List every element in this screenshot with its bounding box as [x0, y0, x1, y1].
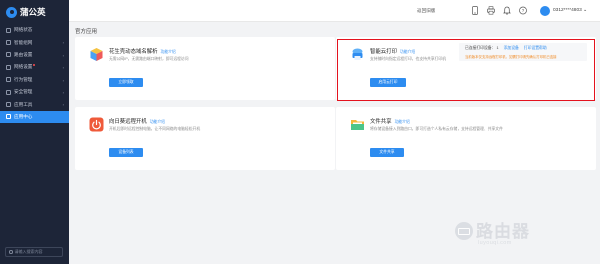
help-icon[interactable]: ? — [519, 6, 527, 15]
user-account[interactable]: 0312****4803 ⌄ — [553, 8, 587, 13]
sidebar-item-label: 网络设置 — [14, 64, 33, 70]
power-icon — [89, 117, 104, 132]
search-icon — [9, 250, 13, 254]
card-desc: 开机后即时远程控制电脑，让不同网络的电脑轻松开机 — [109, 127, 201, 131]
card-remote-boot: 向日葵远程开机 功能介绍 开机后即时远程控制电脑，让不同网络的电脑轻松开机 设备列… — [75, 107, 335, 170]
chevron-right-icon: › — [62, 102, 64, 108]
printer-icon[interactable] — [487, 6, 495, 15]
watermark-text: 路由器 — [476, 221, 530, 241]
menu-item-icon — [6, 89, 11, 95]
chevron-down-icon: ⌄ — [583, 8, 588, 13]
sidebar-item[interactable]: 行为管理 › — [0, 74, 69, 86]
feature-intro-link[interactable]: 功能介绍 — [150, 120, 165, 124]
user-avatar[interactable] — [540, 6, 550, 16]
menu-item-icon — [6, 64, 11, 70]
card-ddns: 花生壳动态域名解析 功能介绍 无需公网IP，无需路由端口映射，即可远程访问 立即领… — [75, 37, 335, 100]
sidebar-item-label: 安全管理 — [14, 89, 33, 95]
brand-name: 蒲公英 — [20, 7, 46, 17]
sidebar-item-label: 智能组网 — [14, 39, 33, 45]
sidebar-item[interactable]: 路由设置 › — [0, 49, 69, 61]
device-list-button[interactable]: 设备列表 — [109, 148, 143, 157]
sidebar: 蒲公英 网络状态 智能组网 › 路由设置 › 网络设置 › 行为管理 › 安全管理 › 应用工具 › 应用… — [0, 0, 69, 264]
card-title: 花生壳动态域名解析 功能介绍 — [109, 49, 176, 55]
sidebar-item-label: 行为管理 — [14, 76, 33, 82]
menu-item-icon — [6, 102, 11, 108]
menu-item-icon — [6, 114, 11, 120]
chevron-right-icon: › — [62, 77, 64, 83]
menu-item-icon — [6, 77, 11, 83]
sidebar-nav: 网络状态智能组网 › 路由设置 › 网络设置 › 行为管理 › 安全管理 › 应用工具 › 应用中心 — [0, 24, 69, 124]
sidebar-search-input[interactable]: 请输入搜索内容 — [5, 247, 63, 257]
highlight-box — [337, 39, 595, 101]
sidebar-item-label: 路由设置 — [14, 51, 33, 57]
sidebar-item-label: 网络状态 — [14, 27, 33, 33]
sidebar-item[interactable]: 应用中心 — [0, 110, 69, 124]
card-title: 向日葵远程开机 功能介绍 — [109, 119, 165, 125]
notification-dot — [33, 64, 36, 67]
chevron-right-icon: › — [62, 65, 64, 71]
sidebar-item[interactable]: 安全管理 › — [0, 86, 69, 98]
chevron-right-icon: › — [62, 89, 64, 95]
search-placeholder: 请输入搜索内容 — [14, 249, 43, 254]
card-title: 文件共享 功能介绍 — [370, 119, 410, 125]
site-watermark: 路由器 luyouqi.com — [455, 221, 530, 246]
back-to-old-version-link[interactable]: 返回旧版 — [417, 8, 435, 14]
router-logo-icon — [455, 222, 473, 240]
claim-now-button[interactable]: 立即领取 — [109, 78, 143, 87]
card-file-share: 文件共享 功能介绍 将存储设备接入到路由口，即可打造个人私有云存储，支持远程管理、… — [336, 107, 596, 170]
top-header: 返回旧版 ? 0312****4803 ⌄ — [69, 0, 600, 22]
svg-text:?: ? — [522, 8, 525, 13]
bell-icon[interactable] — [503, 6, 511, 15]
dandelion-logo-icon — [6, 6, 17, 18]
chevron-right-icon: › — [62, 52, 64, 58]
feature-intro-link[interactable]: 功能介绍 — [161, 50, 176, 54]
sidebar-item[interactable]: 网络设置 › — [0, 61, 69, 73]
phone-icon[interactable] — [471, 6, 479, 15]
feature-intro-link[interactable]: 功能介绍 — [395, 120, 410, 124]
menu-item-icon — [6, 27, 11, 33]
sidebar-item[interactable]: 网络状态 — [0, 24, 69, 36]
card-desc: 无需公网IP，无需路由端口映射，即可远程访问 — [109, 57, 189, 61]
watermark-url: luyouqi.com — [478, 240, 512, 246]
sidebar-item[interactable]: 应用工具 › — [0, 98, 69, 110]
sidebar-item-label: 应用工具 — [14, 101, 33, 107]
chevron-right-icon: › — [62, 40, 64, 46]
file-share-button[interactable]: 文件共享 — [370, 148, 404, 157]
section-title: 官方应用 — [75, 29, 98, 35]
sidebar-item-label: 应用中心 — [14, 113, 33, 119]
cube-icon — [90, 48, 103, 61]
card-desc: 将存储设备接入到路由口，即可打造个人私有云存储，支持远程管理、共享文件 — [370, 127, 503, 131]
menu-item-icon — [6, 52, 11, 58]
folder-icon — [351, 120, 364, 130]
brand-logo: 蒲公英 — [0, 0, 69, 24]
menu-item-icon — [6, 40, 11, 46]
sidebar-item[interactable]: 智能组网 › — [0, 36, 69, 48]
